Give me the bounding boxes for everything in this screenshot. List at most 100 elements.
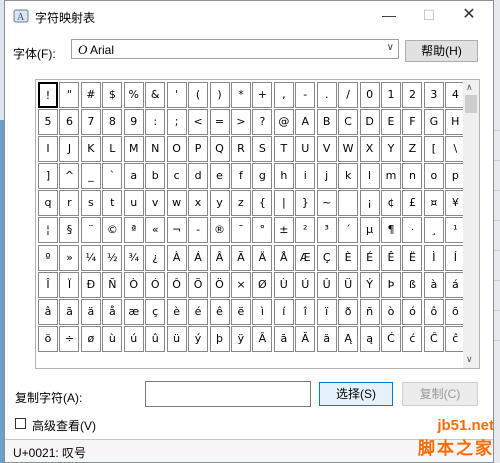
character-cell[interactable]: É bbox=[359, 244, 380, 271]
character-cell[interactable]: C bbox=[338, 109, 359, 136]
character-cell[interactable]: Z bbox=[402, 136, 423, 163]
character-cell[interactable]: î bbox=[295, 298, 316, 325]
vertical-scrollbar[interactable]: ∧ ∨ bbox=[463, 80, 479, 368]
character-cell[interactable]: Ă bbox=[295, 325, 316, 352]
character-cell[interactable]: Û bbox=[316, 271, 337, 298]
character-cell[interactable]: s bbox=[80, 190, 101, 217]
character-cell[interactable]: F bbox=[402, 109, 423, 136]
character-cell[interactable]: t bbox=[102, 190, 123, 217]
character-cell[interactable]: ! bbox=[38, 82, 58, 108]
character-cell[interactable]: k bbox=[338, 163, 359, 190]
character-cell[interactable]: Æ bbox=[295, 244, 316, 271]
character-cell[interactable]: ; bbox=[166, 109, 187, 136]
character-cell[interactable]: ¦ bbox=[38, 217, 58, 244]
character-cell[interactable]: ß bbox=[402, 271, 423, 298]
character-cell[interactable]: } bbox=[295, 190, 316, 217]
character-cell[interactable]: Ñ bbox=[102, 271, 123, 298]
checkbox-box[interactable] bbox=[15, 418, 26, 429]
character-cell[interactable]: Ą bbox=[338, 325, 359, 352]
character-cell[interactable]: Ö bbox=[209, 271, 230, 298]
character-cell[interactable]: ? bbox=[252, 109, 273, 136]
character-cell[interactable]: § bbox=[59, 217, 80, 244]
character-cell[interactable]: ¬ bbox=[166, 217, 187, 244]
character-cell[interactable]: À bbox=[166, 244, 187, 271]
character-cell[interactable]: Ù bbox=[273, 271, 294, 298]
character-cell[interactable]: Ä bbox=[252, 244, 273, 271]
character-cell[interactable]: ª bbox=[123, 217, 144, 244]
character-cell[interactable]: ³ bbox=[316, 217, 337, 244]
character-cell[interactable]: @ bbox=[273, 109, 294, 136]
character-cell[interactable]: ê bbox=[209, 298, 230, 325]
character-cell[interactable]: Ï bbox=[59, 271, 80, 298]
character-cell[interactable]: ö bbox=[38, 325, 58, 352]
character-cell[interactable]: ï bbox=[316, 298, 337, 325]
character-cell[interactable]: ð bbox=[338, 298, 359, 325]
character-cell[interactable]: ( bbox=[188, 82, 209, 108]
character-cell[interactable]: W bbox=[338, 136, 359, 163]
character-cell[interactable]: ã bbox=[59, 298, 80, 325]
character-cell[interactable]: Å bbox=[273, 244, 294, 271]
character-cell[interactable]: ñ bbox=[359, 298, 380, 325]
character-cell[interactable]: - bbox=[295, 82, 316, 108]
character-cell[interactable]: { bbox=[252, 190, 273, 217]
character-cell[interactable]: ~ bbox=[316, 190, 337, 217]
character-cell[interactable]: v bbox=[145, 190, 166, 217]
character-cell[interactable]: S bbox=[252, 136, 273, 163]
character-cell[interactable]: ò bbox=[381, 298, 401, 325]
character-cell[interactable]: G bbox=[423, 109, 444, 136]
character-cell[interactable]: u bbox=[123, 190, 144, 217]
character-cell[interactable]: A bbox=[295, 109, 316, 136]
character-cell[interactable]: å bbox=[102, 298, 123, 325]
character-cell[interactable]: × bbox=[230, 271, 251, 298]
character-cell[interactable]: ó bbox=[402, 298, 423, 325]
character-cell[interactable]: 8 bbox=[102, 109, 123, 136]
character-cell[interactable]: P bbox=[188, 136, 209, 163]
character-cell[interactable]: . bbox=[316, 82, 337, 108]
character-cell[interactable]: m bbox=[381, 163, 401, 190]
characters-to-copy-input[interactable] bbox=[145, 381, 311, 407]
character-cell[interactable]: Ú bbox=[295, 271, 316, 298]
character-cell[interactable]: a bbox=[123, 163, 144, 190]
close-button[interactable]: ✕ bbox=[449, 1, 489, 31]
character-cell[interactable]: 5 bbox=[38, 109, 58, 136]
character-cell[interactable]: b bbox=[145, 163, 166, 190]
character-cell[interactable]: æ bbox=[123, 298, 144, 325]
character-cell[interactable]: c bbox=[166, 163, 187, 190]
character-cell[interactable]: ø bbox=[80, 325, 101, 352]
character-cell[interactable]: > bbox=[230, 109, 251, 136]
scroll-up-arrow-icon[interactable]: ∧ bbox=[466, 82, 473, 93]
character-cell[interactable]: 0 bbox=[359, 82, 380, 108]
character-cell[interactable]: 7 bbox=[80, 109, 101, 136]
character-cell[interactable]: E bbox=[381, 109, 401, 136]
character-cell[interactable]: È bbox=[338, 244, 359, 271]
character-cell[interactable]: d bbox=[188, 163, 209, 190]
character-cell[interactable]: ' bbox=[166, 82, 187, 108]
character-cell[interactable]: I bbox=[38, 136, 58, 163]
character-cell[interactable]: 1 bbox=[381, 82, 401, 108]
character-cell[interactable]: ä bbox=[80, 298, 101, 325]
character-cell[interactable]: : bbox=[145, 109, 166, 136]
character-cell[interactable]: * bbox=[230, 82, 251, 108]
character-cell[interactable]: | bbox=[273, 190, 294, 217]
character-cell[interactable]: ½ bbox=[102, 244, 123, 271]
character-cell[interactable]: µ bbox=[359, 217, 380, 244]
character-cell[interactable]: ´ bbox=[338, 217, 359, 244]
character-cell[interactable]: y bbox=[209, 190, 230, 217]
character-cell[interactable]: 3 bbox=[423, 82, 444, 108]
character-cell[interactable]: J bbox=[59, 136, 80, 163]
character-cell[interactable]: Ĉ bbox=[423, 325, 444, 352]
character-cell[interactable]: & bbox=[145, 82, 166, 108]
character-cell[interactable]: ¿ bbox=[145, 244, 166, 271]
character-cell[interactable]: B bbox=[316, 109, 337, 136]
character-cell[interactable]: N bbox=[145, 136, 166, 163]
character-cell[interactable]: ² bbox=[295, 217, 316, 244]
character-cell[interactable]: þ bbox=[209, 325, 230, 352]
character-cell[interactable]: » bbox=[59, 244, 80, 271]
character-cell[interactable]: ü bbox=[166, 325, 187, 352]
character-cell[interactable]: e bbox=[209, 163, 230, 190]
character-cell[interactable]: U bbox=[295, 136, 316, 163]
character-cell[interactable]: # bbox=[80, 82, 101, 108]
character-cell[interactable]: í bbox=[273, 298, 294, 325]
character-cell[interactable]: + bbox=[252, 82, 273, 108]
character-cell[interactable]: Ê bbox=[381, 244, 401, 271]
